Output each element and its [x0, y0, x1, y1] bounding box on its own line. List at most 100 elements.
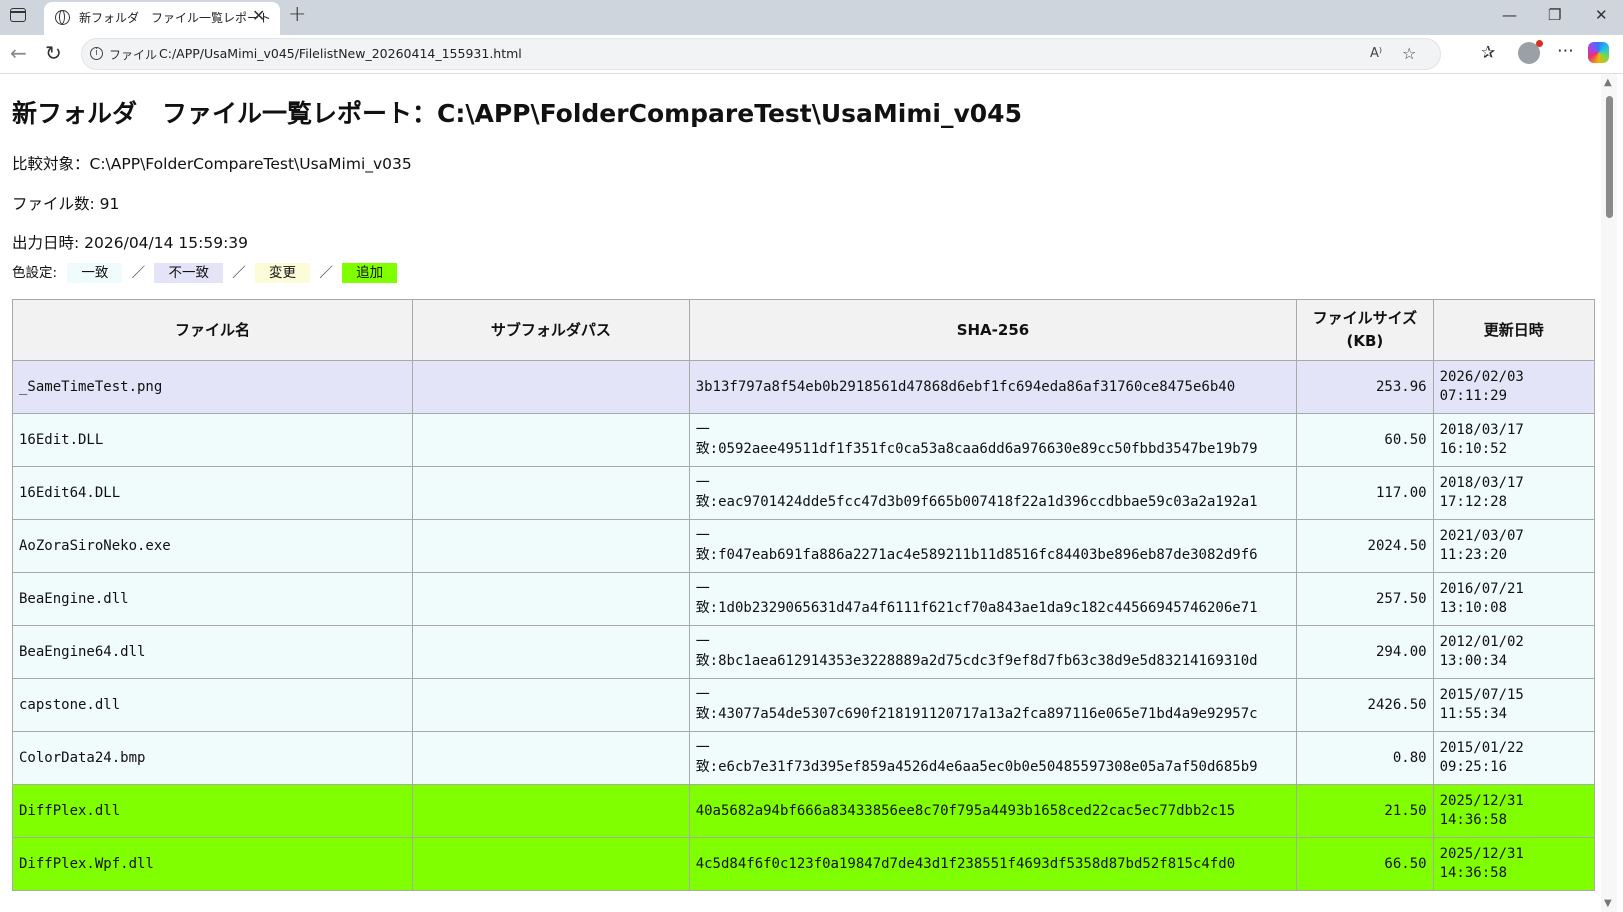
favorite-star-icon[interactable]: ☆: [1402, 44, 1416, 63]
sha-value: 致:e6cb7e31f73d395ef859a4526d4e6aa5ec0b0e…: [695, 759, 1258, 775]
cell-sha256: 4c5d84f6f0c123f0a19847d7de43d1f238551f46…: [688, 837, 1298, 891]
url-scheme: ファイル: [109, 48, 158, 62]
profile-avatar[interactable]: [1518, 40, 1543, 64]
output-date: 出力日時: 2026/04/14 15:59:39: [12, 234, 249, 252]
cell-modified: 2025/12/31 14:36:58: [1432, 784, 1596, 838]
cell-subfolder: [412, 519, 690, 573]
new-tab-icon[interactable]: +: [288, 2, 306, 27]
back-icon[interactable]: ←: [10, 41, 27, 65]
table-row: capstone.dll 一致:43077a54de5307c690f218191…: [12, 678, 1596, 732]
table-row: 16Edit.DLL 一致:0592aee49511df1f351fc0ca53a…: [12, 413, 1596, 467]
sha-prefix: 一: [695, 687, 710, 703]
modified-time: 17:12:28: [1439, 494, 1507, 510]
sha-value: 3b13f797a8f54eb0b2918561d47868d6ebf1fc69…: [695, 378, 1236, 395]
modified-time: 14:36:58: [1439, 865, 1507, 881]
url-text[interactable]: C:/APP/UsaMimi_v045/FilelistNew_20260414…: [159, 46, 522, 61]
cell-modified: 2026/02/03 07:11:29: [1432, 360, 1596, 414]
cell-sha256: 一致:f047eab691fa886a2271ac4e589211b11d851…: [688, 519, 1298, 573]
sha-prefix: 一: [695, 528, 710, 544]
info-icon[interactable]: i: [90, 47, 103, 60]
header-modified[interactable]: 更新日時: [1432, 299, 1596, 361]
scrollbar-thumb[interactable]: [1606, 96, 1613, 218]
modified-date: 2015/07/15: [1439, 687, 1524, 703]
cell-modified: 2018/03/17 16:10:52: [1432, 413, 1596, 467]
cell-modified: 2015/01/22 09:25:16: [1432, 731, 1596, 785]
sha-prefix: 一: [695, 740, 710, 756]
legend-added: 追加: [342, 263, 398, 283]
compare-target: 比較対象：C:\APP\FolderCompareTest\UsaMimi_v0…: [12, 155, 412, 173]
cell-subfolder: [412, 731, 690, 785]
cell-subfolder: [412, 572, 690, 626]
modified-date: 2021/03/07: [1439, 528, 1524, 544]
cell-subfolder: [412, 784, 690, 838]
favorites-icon[interactable]: ✰: [1481, 43, 1495, 63]
cell-file-size: 294.00: [1296, 625, 1434, 679]
sha-value: 致:43077a54de5307c690f218191120717a13a2fc…: [695, 706, 1258, 722]
header-size-line2: (KB): [1346, 332, 1384, 350]
tab-close-icon[interactable]: ✕: [252, 6, 265, 25]
cell-sha256: 一致:8bc1aea612914353e3228889a2d75cdc3f9ef…: [688, 625, 1298, 679]
scroll-up-icon[interactable]: ▲: [1604, 77, 1612, 88]
cell-modified: 2025/12/31 14:36:58: [1432, 837, 1596, 891]
browser-tab[interactable]: 新フォルダ ファイル一覧レポート ✕: [44, 2, 280, 35]
tab-title: 新フォルダ ファイル一覧レポート: [79, 11, 272, 25]
modified-date: 2015/01/22: [1439, 740, 1524, 756]
header-sha256[interactable]: SHA-256: [688, 299, 1298, 361]
cell-subfolder: [412, 413, 690, 467]
cell-sha256: 3b13f797a8f54eb0b2918561d47868d6ebf1fc69…: [688, 360, 1298, 414]
vertical-scrollbar[interactable]: ▲ ▼: [1601, 74, 1617, 912]
more-menu-icon[interactable]: ⋯: [1557, 41, 1574, 61]
cell-sha256: 一致:1d0b2329065631d47a4f6111f621cf70a843a…: [688, 572, 1298, 626]
modified-date: 2018/03/17: [1439, 422, 1524, 438]
cell-file-size: 21.50: [1296, 784, 1434, 838]
sha-value: 致:8bc1aea612914353e3228889a2d75cdc3f9ef8…: [695, 653, 1258, 669]
page-content: 新フォルダ ファイル一覧レポート：C:\APP\FolderCompareTes…: [5, 74, 1599, 912]
sha-value: 40a5682a94bf666a83433856ee8c70f795a4493b…: [695, 802, 1236, 819]
modified-time: 13:10:08: [1439, 600, 1507, 616]
table-row: ColorData24.bmp 一致:e6cb7e31f73d395ef859a4…: [12, 731, 1596, 785]
address-bar[interactable]: i ファイル C:/APP/UsaMimi_v045/FilelistNew_2…: [81, 38, 1441, 70]
modified-date: 2018/03/17: [1439, 475, 1524, 491]
read-aloud-icon[interactable]: A⁾: [1370, 46, 1382, 61]
modified-date: 2025/12/31: [1439, 793, 1524, 809]
file-count: ファイル数: 91: [12, 195, 120, 213]
cell-subfolder: [412, 466, 690, 520]
cell-file-name: DiffPlex.dll: [12, 784, 413, 838]
cell-file-name: DiffPlex.Wpf.dll: [12, 837, 413, 891]
cell-sha256: 40a5682a94bf666a83433856ee8c70f795a4493b…: [688, 784, 1298, 838]
cell-file-size: 66.50: [1296, 837, 1434, 891]
copilot-icon[interactable]: [1588, 42, 1609, 63]
cell-subfolder: [412, 625, 690, 679]
minimize-icon[interactable]: —: [1502, 6, 1517, 24]
table-row: DiffPlex.dll 40a5682a94bf666a83433856ee8c…: [12, 784, 1596, 838]
sha-value: 致:eac9701424dde5fcc47d3b09f665b007418f22…: [695, 494, 1258, 510]
restore-icon[interactable]: ❐: [1548, 6, 1561, 24]
table-header-row: ファイル名 サブフォルダパス SHA-256 ファイルサイズ (KB) 更新日時: [12, 299, 1596, 361]
browser-toolbar: ← ↻ i ファイル C:/APP/UsaMimi_v045/FilelistN…: [0, 35, 1623, 74]
table-row: BeaEngine64.dll 一致:8bc1aea612914353e32288…: [12, 625, 1596, 679]
cell-file-name: capstone.dll: [12, 678, 413, 732]
cell-subfolder: [412, 678, 690, 732]
legend-mismatch: 不一致: [154, 263, 223, 283]
tab-strip: 新フォルダ ファイル一覧レポート ✕ + — ❐ ✕: [0, 0, 1623, 35]
cell-file-size: 117.00: [1296, 466, 1434, 520]
table-row: BeaEngine.dll 一致:1d0b2329065631d47a4f6111…: [12, 572, 1596, 626]
table-row: AoZoraSiroNeko.exe 一致:f047eab691fa886a227…: [12, 519, 1596, 573]
modified-date: 2025/12/31: [1439, 846, 1524, 862]
close-window-icon[interactable]: ✕: [1595, 6, 1608, 24]
sidebar-toggle-icon[interactable]: [10, 8, 26, 22]
legend-separator: ／: [232, 265, 246, 281]
header-file-name[interactable]: ファイル名: [12, 299, 413, 361]
cell-modified: 2015/07/15 11:55:34: [1432, 678, 1596, 732]
cell-sha256: 一致:43077a54de5307c690f218191120717a13a2f…: [688, 678, 1298, 732]
header-subfolder[interactable]: サブフォルダパス: [412, 299, 690, 361]
reload-icon[interactable]: ↻: [45, 41, 62, 65]
sha-value: 致:1d0b2329065631d47a4f6111f621cf70a843ae…: [695, 600, 1258, 616]
header-size-line1: ファイルサイズ: [1312, 309, 1418, 327]
scroll-down-icon[interactable]: ▼: [1604, 898, 1612, 909]
header-file-size[interactable]: ファイルサイズ (KB): [1296, 299, 1434, 361]
sha-prefix: 一: [695, 422, 710, 438]
modified-time: 09:25:16: [1439, 759, 1507, 775]
legend-separator: ／: [131, 265, 146, 281]
sha-prefix: 一: [695, 475, 710, 491]
